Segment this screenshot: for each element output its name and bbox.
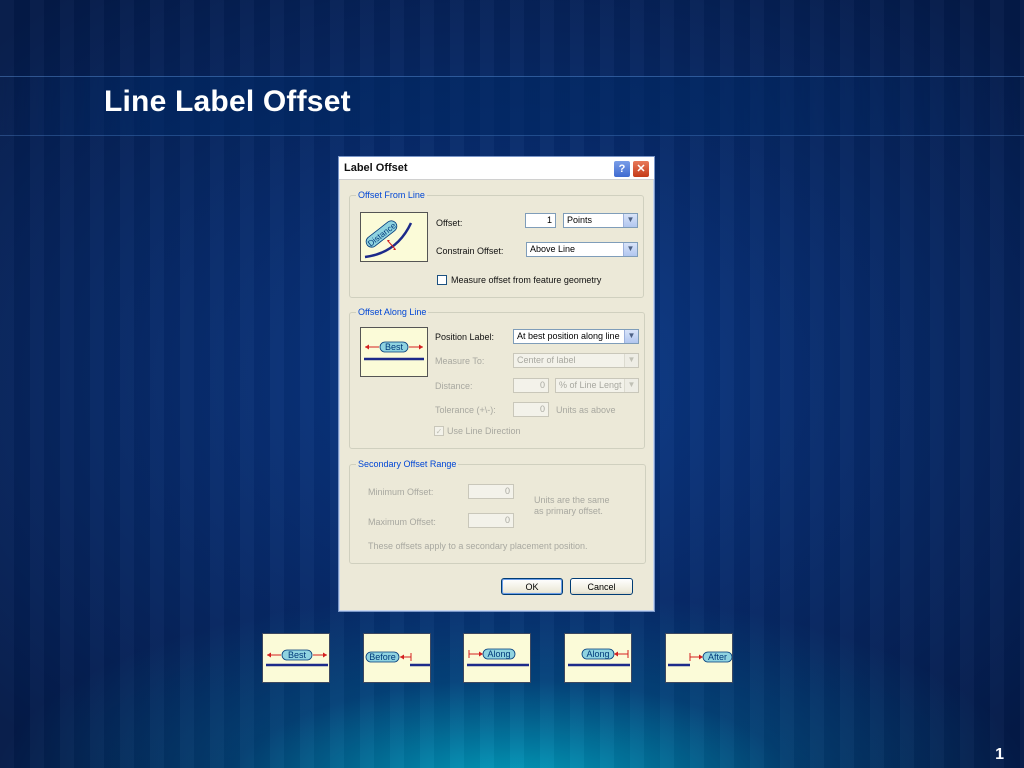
distance-label: Distance: [435,381,473,391]
distance-unit-select[interactable]: % of Line Lengt ▼ [555,378,639,393]
offset-from-line-group: Offset From Line Distance Offset: 1 Poin… [349,190,644,298]
units-note-line1: Units are the same [534,495,610,505]
distance-illustration: Distance [360,212,428,262]
position-label-label: Position Label: [435,332,495,342]
chevron-down-icon: ▼ [624,354,638,367]
chevron-down-icon: ▼ [624,379,638,392]
chevron-down-icon: ▼ [623,214,637,227]
secondary-footer-note: These offsets apply to a secondary place… [368,541,588,551]
max-offset-label: Maximum Offset: [368,517,436,527]
offset-along-line-group: Offset Along Line Best Position Label: A… [349,307,645,449]
thumbnail-after-text: After [708,652,727,662]
dialog-title: Label Offset [344,162,408,174]
use-line-direction-label: Use Line Direction [447,426,521,436]
constrain-offset-select[interactable]: Above Line ▼ [526,242,638,257]
distance-input[interactable]: 0 [513,378,549,393]
units-note-line2: as primary offset. [534,506,603,516]
close-button[interactable]: ✕ [632,160,650,178]
tolerance-unit-label: Units as above [556,405,616,415]
measure-offset-checkbox[interactable] [437,275,447,285]
measure-to-label: Measure To: [435,356,485,366]
best-pill-text: Best [385,342,404,352]
thumbnail-along-end-text: Along [586,649,609,659]
thumbnail-after: After [665,633,733,683]
offset-unit-select[interactable]: Points ▼ [563,213,638,228]
offset-from-line-group-label: Offset From Line [356,190,427,200]
thumbnail-best-text: Best [288,650,307,660]
min-offset-input[interactable]: 0 [468,484,514,499]
dialog-title-bar: Label Offset ? ✕ [339,157,654,180]
thumbnail-along-start-text: Along [487,649,510,659]
distance-pill-text: Distance [366,220,398,248]
use-line-direction-checkbox[interactable]: ✓ [434,426,444,436]
min-offset-label: Minimum Offset: [368,487,434,497]
best-illustration: Best [360,327,428,377]
label-offset-dialog: Label Offset ? ✕ Offset From Line Distan… [338,156,655,612]
secondary-offset-group: Secondary Offset Range Minimum Offset: 0… [349,459,646,564]
constrain-offset-value: Above Line [530,244,576,254]
chevron-down-icon: ▼ [624,330,638,343]
measure-offset-label: Measure offset from feature geometry [451,275,602,285]
slide-title: Line Label Offset [104,85,351,118]
cancel-button[interactable]: Cancel [570,578,633,595]
thumbnail-along-end: Along [564,633,632,683]
slide-number: 1 [995,746,1004,763]
tolerance-label: Tolerance (+\-): [435,405,496,415]
chevron-down-icon: ▼ [623,243,637,256]
thumbnail-before-text: Before [369,652,396,662]
max-offset-input[interactable]: 0 [468,513,514,528]
offset-unit-value: Points [567,215,593,225]
ok-button[interactable]: OK [501,578,563,595]
offset-along-line-group-label: Offset Along Line [356,307,429,317]
thumbnail-before: Before [363,633,431,683]
constrain-offset-label: Constrain Offset: [436,246,504,256]
help-button[interactable]: ? [613,160,631,178]
thumbnail-best: Best [262,633,330,683]
thumbnail-along-start: Along [463,633,531,683]
offset-input[interactable]: 1 [525,213,556,228]
position-label-value: At best position along line [517,331,620,341]
measure-to-select[interactable]: Center of label ▼ [513,353,639,368]
offset-label: Offset: [436,218,463,228]
distance-unit-value: % of Line Lengt [559,380,622,390]
position-label-select[interactable]: At best position along line ▼ [513,329,639,344]
tolerance-input[interactable]: 0 [513,402,549,417]
measure-to-value: Center of label [517,355,576,365]
secondary-offset-group-label: Secondary Offset Range [356,459,459,469]
